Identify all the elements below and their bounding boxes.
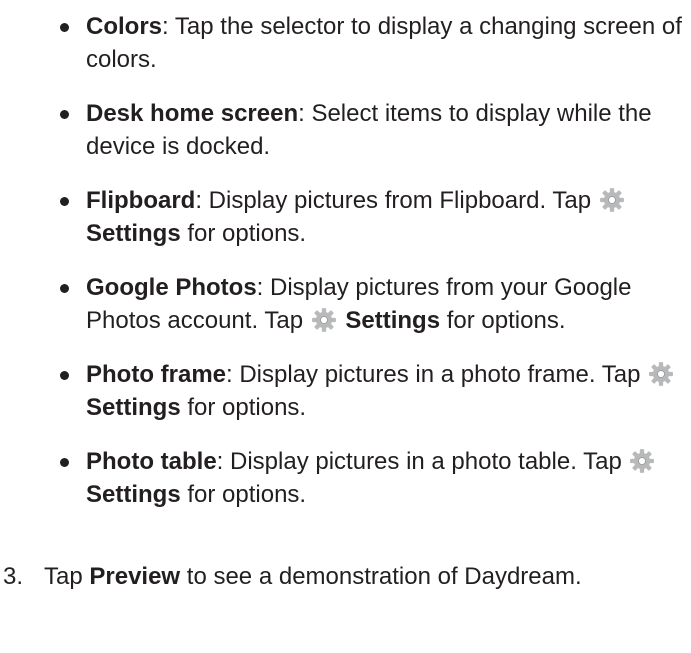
bullet-dot	[60, 23, 69, 32]
settings-label: Settings	[345, 307, 441, 334]
settings-label: Settings	[86, 481, 181, 508]
item-description: : Display pictures in a photo frame. Tap	[226, 361, 641, 388]
bullet-dot	[60, 110, 69, 119]
gear-icon	[311, 308, 336, 332]
step-term: Preview	[89, 563, 181, 590]
settings-label: Settings	[86, 394, 181, 421]
item-description: : Display pictures from Flipboard. Tap	[195, 187, 592, 214]
numbered-step-3: 3. Tap Preview to see a demonstration of…	[0, 560, 680, 593]
item-description-end: for options.	[180, 481, 307, 508]
list-item-flipboard: Flipboard: Display pictures from Flipboa…	[58, 184, 683, 250]
item-term: Desk home screen	[86, 100, 299, 127]
list-item-google-photos: Google Photos: Display pictures from you…	[58, 271, 683, 337]
list-item-colors: Colors: Tap the selector to display a ch…	[58, 10, 683, 76]
item-term: Google Photos	[86, 274, 257, 301]
item-description-end: for options.	[180, 220, 307, 247]
bullet-dot	[60, 371, 69, 380]
bullet-dot	[60, 197, 69, 206]
item-term: Photo frame	[86, 361, 227, 388]
settings-label: Settings	[86, 220, 181, 247]
bullet-dot	[60, 284, 69, 293]
daydream-options-list: Colors: Tap the selector to display a ch…	[58, 10, 683, 532]
gear-icon	[649, 362, 674, 386]
step-text-after: to see a demonstration of Daydream.	[180, 563, 582, 590]
list-item-desk-home-screen: Desk home screen: Select items to displa…	[58, 97, 683, 163]
gear-icon	[599, 188, 624, 212]
item-term: Photo table	[86, 448, 217, 475]
gear-icon	[630, 449, 655, 473]
item-term: Colors	[86, 13, 163, 40]
item-description-end: for options.	[440, 307, 566, 334]
bullet-dot	[60, 458, 69, 467]
item-description: : Display pictures in a photo table. Tap	[216, 448, 622, 475]
step-text-before: Tap	[44, 563, 90, 590]
item-description: : Tap the selector to display a changing…	[86, 13, 682, 73]
item-description-end: for options.	[180, 394, 307, 421]
step-number: 3.	[3, 563, 24, 590]
item-term: Flipboard	[86, 187, 196, 214]
list-item-photo-frame: Photo frame: Display pictures in a photo…	[58, 358, 683, 424]
document-page: Colors: Tap the selector to display a ch…	[0, 0, 691, 653]
list-item-photo-table: Photo table: Display pictures in a photo…	[58, 445, 683, 511]
